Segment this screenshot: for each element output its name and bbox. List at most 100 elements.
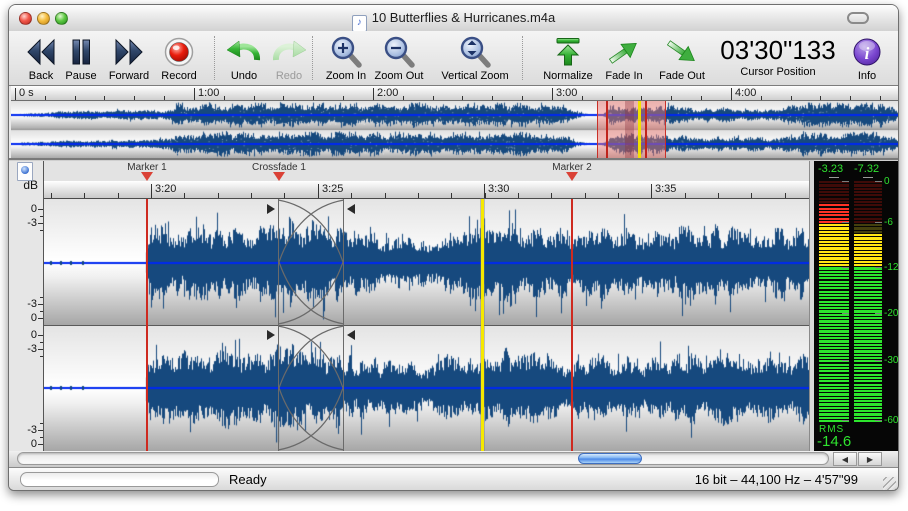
meter-led-segment <box>854 188 882 190</box>
ruler-major-tick <box>373 88 374 100</box>
meter-led-segment <box>854 214 882 216</box>
meter-led-segment <box>819 224 849 226</box>
ruler-minor-tick <box>820 96 821 100</box>
meter-scale-tick <box>842 360 849 361</box>
meter-led-segment <box>819 274 849 276</box>
ruler-minor-tick <box>184 193 185 198</box>
audio-format-info: 16 bit – 44,100 Hz – 4'57"99 <box>695 472 858 487</box>
editor-timeline-ruler[interactable]: 3:203:253:303:35 <box>44 181 809 199</box>
ruler-minor-tick <box>671 96 672 100</box>
info-button[interactable]: i Info <box>832 34 899 82</box>
meter-led-segment <box>854 413 882 415</box>
meter-led-segment <box>819 251 849 253</box>
marker-triangle-icon[interactable] <box>273 172 285 181</box>
ruler-minor-tick <box>134 96 135 100</box>
db-scale-tick <box>38 444 43 445</box>
peak-value-right: -7.32 <box>854 163 879 175</box>
record-icon <box>144 34 214 70</box>
horizontal-scrollbar-thumb[interactable] <box>578 453 642 464</box>
meter-scale-tick <box>842 181 849 182</box>
meter-led-segment <box>819 184 849 186</box>
meter-led-segment <box>854 201 882 203</box>
crossfade-left-handle[interactable] <box>267 330 275 340</box>
meter-led-segment <box>819 330 849 332</box>
crossfade-curves-right-channel[interactable] <box>278 325 344 451</box>
db-scale-tick <box>40 216 43 217</box>
ruler-minor-tick <box>433 96 434 100</box>
meter-led-segment <box>854 317 882 319</box>
scroll-right-button[interactable]: ▶ <box>858 452 882 466</box>
db-scale-tick <box>40 356 43 357</box>
svg-text:i: i <box>865 44 870 63</box>
marker-row[interactable]: Marker 1Crossfade 1Marker 2 <box>44 161 809 181</box>
meter-led-segment <box>854 191 882 193</box>
meter-led-segment <box>819 337 849 339</box>
meter-led-segment <box>819 204 849 206</box>
meter-led-segment <box>819 403 849 405</box>
overview-waveform[interactable] <box>11 101 898 158</box>
meter-led-segment <box>819 234 849 236</box>
rms-value: -14.6 <box>817 433 851 450</box>
ruler-minor-tick <box>283 96 284 100</box>
status-message: Ready <box>229 472 267 487</box>
meter-led-segment <box>854 380 882 382</box>
meter-led-segment <box>819 211 849 213</box>
meter-led-segment <box>819 393 849 395</box>
ruler-time-label: 3:35 <box>655 183 676 195</box>
ruler-minor-tick <box>418 193 419 198</box>
track-document-icon[interactable] <box>17 162 33 181</box>
ruler-major-tick <box>318 184 319 198</box>
crossfade-curves-left-channel[interactable] <box>278 199 344 325</box>
meter-led-segment <box>819 291 849 293</box>
meter-led-segment <box>854 271 882 273</box>
waveform-canvas[interactable] <box>44 199 809 451</box>
meter-led-segment <box>819 231 849 233</box>
marker1-line[interactable] <box>146 199 148 451</box>
meter-led-segment <box>854 330 882 332</box>
zoom-out-button[interactable]: Zoom Out <box>364 34 434 82</box>
progress-bar <box>20 472 219 487</box>
ruler-time-label: 1:00 <box>198 87 219 99</box>
marker2-line[interactable] <box>571 199 573 451</box>
meter-led-segment <box>819 257 849 259</box>
horizontal-scrollbar-track[interactable] <box>17 452 829 465</box>
overview-waveform-canvas[interactable] <box>11 101 898 158</box>
meter-led-segment <box>854 297 882 299</box>
db-scale-tick <box>38 223 43 224</box>
meter-led-segment <box>854 350 882 352</box>
meter-led-segment <box>854 397 882 399</box>
meter-led-segment <box>819 284 849 286</box>
crossfade-right-handle[interactable] <box>347 204 355 214</box>
waveform-editor[interactable] <box>44 199 809 451</box>
db-scale-label: 0 <box>31 203 37 215</box>
crossfade-right-handle[interactable] <box>347 330 355 340</box>
meter-led-segment <box>854 251 882 253</box>
crossfade-left-handle[interactable] <box>267 204 275 214</box>
meter-scale-label: -20 <box>884 308 898 319</box>
overview-timeline-ruler[interactable]: 0 s1:002:003:004:00 <box>11 86 898 101</box>
vertical-zoom-button[interactable]: Vertical Zoom <box>433 34 517 82</box>
meter-led-segment <box>854 410 882 412</box>
meter-led-segment <box>819 324 849 326</box>
marker-triangle-icon[interactable] <box>141 172 153 181</box>
meter-led-segment <box>819 301 849 303</box>
meter-scale-tick <box>875 181 882 182</box>
toolbar-toggle-button[interactable] <box>847 12 869 24</box>
meter-led-segment <box>854 407 882 409</box>
meter-led-segment <box>854 357 882 359</box>
meter-led-segment <box>819 387 849 389</box>
meter-led-segment <box>854 274 882 276</box>
meter-led-segment <box>854 208 882 210</box>
meter-led-segment <box>854 241 882 243</box>
scroll-left-button[interactable]: ◀ <box>833 452 857 466</box>
meter-led-segment <box>819 377 849 379</box>
meter-led-segment <box>854 204 882 206</box>
ruler-minor-tick <box>224 96 225 100</box>
meter-led-segment <box>819 194 849 196</box>
playback-cursor-line[interactable] <box>481 199 484 451</box>
meter-led-segment <box>819 307 849 309</box>
resize-grip-icon[interactable] <box>883 477 896 490</box>
record-button[interactable]: Record <box>144 34 214 82</box>
meter-scale-tick <box>842 313 849 314</box>
marker-triangle-icon[interactable] <box>566 172 578 181</box>
